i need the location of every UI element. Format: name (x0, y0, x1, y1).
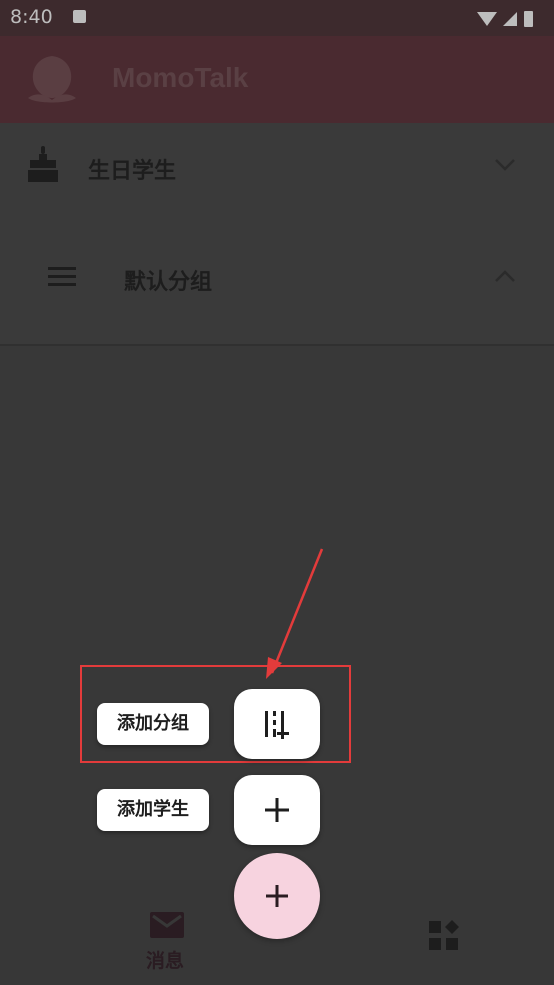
chevron-up-icon[interactable] (494, 269, 516, 283)
group-row-default[interactable] (0, 234, 554, 324)
status-icons (477, 11, 533, 27)
main-fab-button[interactable] (234, 853, 320, 939)
add-student-button[interactable] (234, 775, 320, 845)
divider (0, 344, 554, 346)
widgets-icon[interactable] (428, 920, 460, 952)
mail-icon (150, 912, 184, 938)
add-group-button[interactable] (234, 689, 320, 759)
peach-logo-icon (28, 56, 76, 103)
group-row-birthday[interactable] (0, 123, 554, 213)
add-group-label[interactable]: 添加分组 (97, 703, 209, 745)
menu-icon (48, 267, 76, 286)
group-label-birthday: 生日学生 (88, 159, 177, 184)
status-time: 8:40 (10, 6, 53, 28)
add-group-icon (265, 711, 289, 739)
add-student-label[interactable]: 添加学生 (97, 789, 209, 831)
plus-icon (265, 798, 289, 822)
signal-icon (503, 12, 517, 26)
wifi-icon (477, 12, 497, 26)
notification-icon (73, 10, 86, 23)
nav-label-messages: 消息 (146, 950, 185, 972)
group-label-default: 默认分组 (124, 270, 213, 295)
chevron-down-icon[interactable] (494, 158, 516, 172)
plus-icon (266, 885, 288, 907)
app-bar (0, 36, 554, 123)
app-title: MomoTalk (112, 62, 249, 93)
battery-icon (524, 11, 533, 27)
cake-icon (28, 146, 58, 182)
annotation-arrow (266, 548, 324, 679)
